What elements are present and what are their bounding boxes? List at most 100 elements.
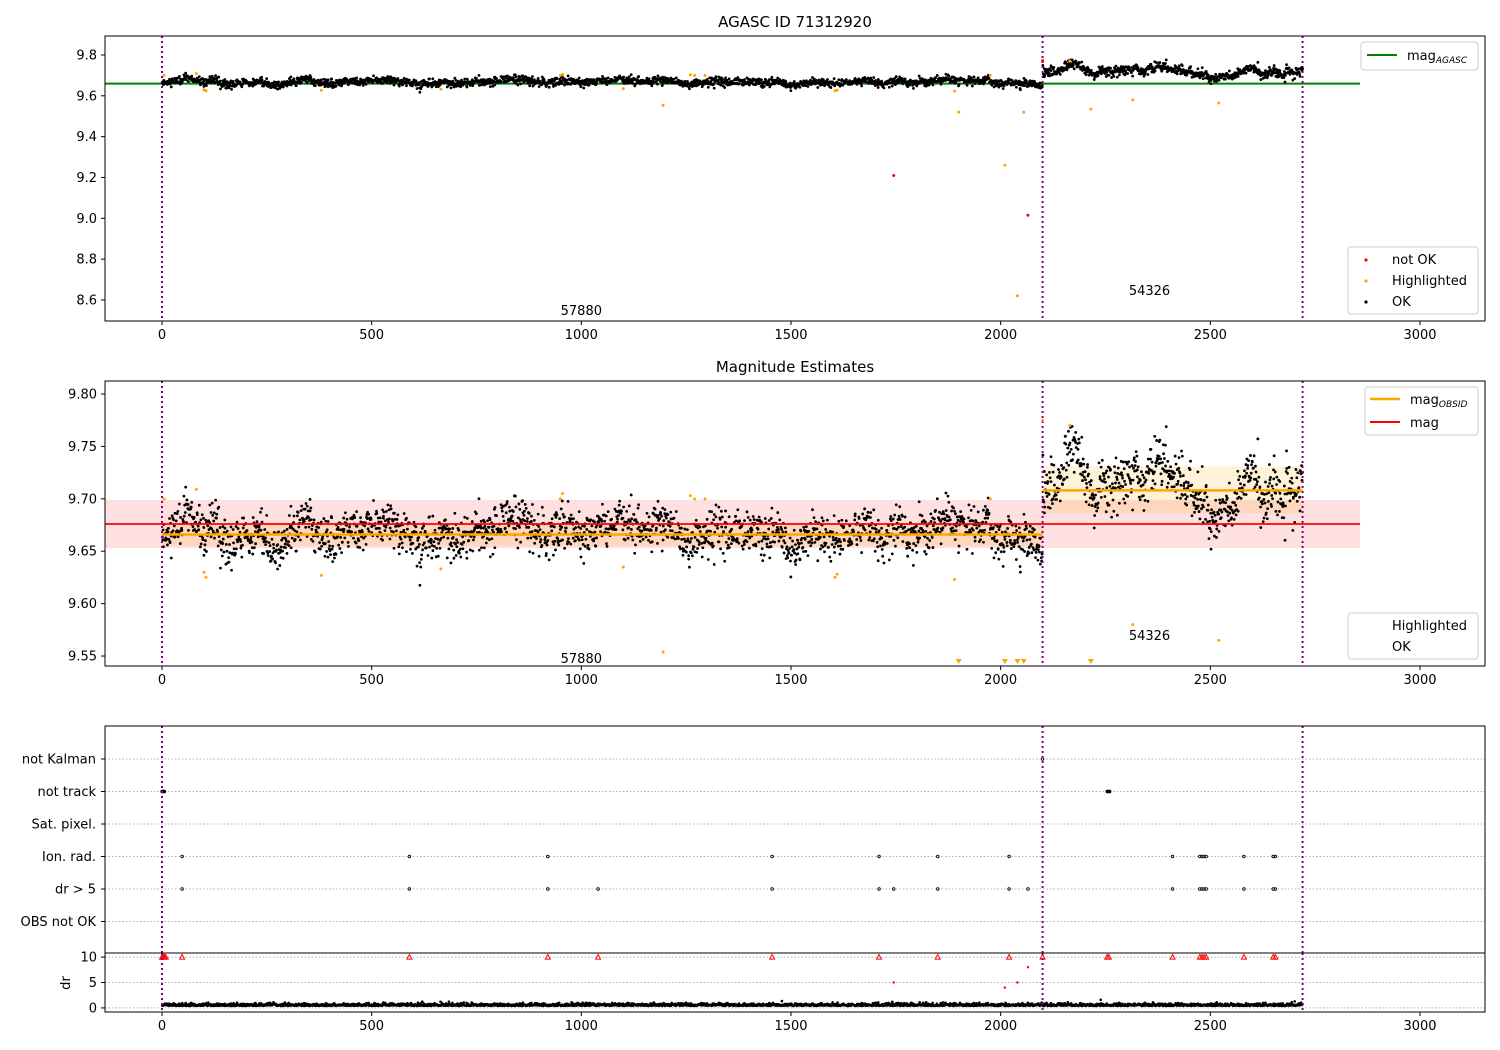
ok-point — [721, 77, 724, 81]
ok-point — [170, 514, 174, 518]
ok-point — [560, 525, 564, 529]
ok-point — [398, 542, 402, 546]
ok-point — [924, 530, 928, 533]
ok-point — [372, 499, 375, 502]
ok-point — [1005, 541, 1009, 544]
ok-point — [455, 545, 459, 549]
ok-point — [382, 510, 386, 514]
ok-point — [606, 510, 610, 513]
ok-point — [1206, 73, 1210, 77]
ok-point — [201, 538, 205, 541]
ok-point — [550, 529, 554, 533]
ok-point — [471, 549, 475, 553]
ok-point — [232, 541, 235, 545]
ok-point — [1061, 483, 1065, 486]
ok-point — [681, 553, 685, 557]
ok-point — [393, 511, 396, 515]
ok-point — [914, 524, 918, 528]
ok-point — [971, 528, 975, 532]
ok-point — [271, 557, 275, 561]
ok-point — [459, 547, 462, 551]
ok-point — [629, 73, 633, 77]
ok-point — [457, 528, 461, 532]
ok-point — [184, 71, 188, 75]
ok-point — [264, 543, 267, 547]
ok-point — [920, 514, 924, 518]
ok-point — [180, 81, 184, 84]
ok-point — [965, 525, 968, 529]
legend-agasc: magAGASC — [1360, 41, 1479, 71]
ok-point — [898, 505, 902, 509]
ok-point — [241, 526, 245, 530]
ok-point — [1282, 76, 1286, 80]
ok-point — [1001, 543, 1005, 547]
ok-point — [1298, 72, 1302, 76]
ok-point — [855, 543, 859, 547]
ok-point — [472, 535, 476, 539]
ok-point — [405, 84, 408, 88]
ok-point — [428, 545, 431, 549]
ok-point — [552, 553, 555, 557]
ok-point — [540, 83, 544, 86]
ok-point — [798, 85, 802, 89]
ok-point — [536, 76, 540, 80]
ok-point — [764, 78, 768, 82]
ok-point — [260, 78, 264, 82]
ok-point — [487, 538, 491, 542]
ok-point — [260, 75, 264, 79]
ok-point — [644, 535, 648, 539]
ok-point — [532, 518, 536, 522]
ok-point — [334, 84, 338, 88]
ok-point — [625, 510, 629, 513]
ok-point — [892, 538, 896, 542]
ok-point — [674, 510, 678, 513]
ok-point — [210, 527, 214, 531]
ok-point — [799, 529, 803, 533]
ok-point — [776, 528, 780, 531]
ok-point — [492, 524, 496, 528]
ok-point — [272, 542, 275, 546]
ok-point — [168, 517, 171, 520]
ok-point — [796, 552, 800, 556]
ok-point — [777, 539, 781, 543]
ok-point — [342, 516, 346, 520]
ok-point — [1115, 75, 1119, 79]
ok-point — [216, 530, 220, 533]
ok-point — [533, 541, 537, 545]
ok-point — [1293, 77, 1297, 80]
ok-point — [903, 525, 907, 529]
ok-point — [272, 546, 276, 550]
ok-point — [495, 514, 498, 518]
y-tick-label: 8.6 — [76, 293, 97, 308]
ok-point — [166, 526, 170, 530]
ok-point — [402, 512, 406, 515]
ok-point — [265, 513, 269, 517]
ok-point — [806, 85, 810, 88]
ok-point — [452, 548, 456, 552]
ok-point — [304, 502, 308, 505]
ok-point — [296, 511, 300, 514]
ok-point — [318, 541, 322, 545]
ok-point — [1177, 64, 1181, 68]
ok-point — [566, 74, 570, 78]
ok-point — [769, 517, 773, 520]
ok-point — [935, 529, 939, 533]
ok-point — [1014, 558, 1018, 561]
ok-point — [284, 546, 287, 550]
ok-point — [832, 545, 836, 549]
ok-point — [948, 518, 952, 522]
ok-point — [1017, 545, 1021, 549]
ok-point — [965, 83, 969, 87]
ok-point — [275, 548, 278, 552]
ok-point — [222, 550, 226, 554]
ok-point — [627, 504, 631, 508]
ok-point — [571, 536, 575, 540]
ok-point — [776, 511, 780, 514]
ok-point — [1067, 463, 1071, 467]
ok-point — [1072, 67, 1076, 71]
ok-point — [629, 493, 633, 497]
ok-point — [227, 560, 231, 564]
highlighted-point — [953, 89, 957, 93]
ok-point — [1084, 73, 1088, 76]
ok-point — [1149, 62, 1153, 66]
